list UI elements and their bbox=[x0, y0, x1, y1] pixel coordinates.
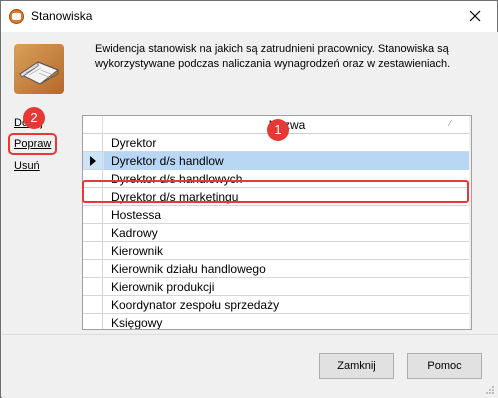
step-badge-2: 2 bbox=[23, 107, 45, 129]
table-row-selected[interactable]: Dyrektor d/s handlow bbox=[83, 152, 469, 170]
row-selector bbox=[83, 242, 103, 260]
selected-row-highlight-box bbox=[82, 180, 469, 203]
table-row[interactable]: Kierownik produkcji bbox=[83, 278, 469, 296]
table-row[interactable]: Hostessa bbox=[83, 206, 469, 224]
row-selector bbox=[83, 224, 103, 242]
table-row[interactable]: Księgowy bbox=[83, 314, 469, 330]
row-selector bbox=[83, 260, 103, 278]
window-title: Stanowiska bbox=[31, 9, 93, 23]
row-name: Księgowy bbox=[111, 316, 163, 330]
vertical-scrollbar[interactable]: ▲ ▼ bbox=[469, 116, 472, 329]
row-selector bbox=[83, 134, 103, 152]
dialog-content: Ewidencja stanowisk na jakich są zatrudn… bbox=[2, 32, 498, 334]
resize-grip-icon[interactable] bbox=[485, 385, 495, 395]
row-name: Dyrektor bbox=[111, 136, 157, 150]
sort-icon: ∕ bbox=[449, 118, 451, 128]
row-selector bbox=[83, 314, 103, 329]
table-row[interactable]: Kierownik działu handlowego bbox=[83, 260, 469, 278]
current-row-arrow-icon bbox=[90, 156, 96, 166]
edit-highlight-box bbox=[8, 133, 57, 155]
title-bar: Stanowiska bbox=[1, 1, 497, 32]
app-logo-icon bbox=[9, 9, 24, 24]
row-name: Kadrowy bbox=[111, 226, 158, 240]
grid-header-corner bbox=[83, 116, 103, 134]
dialog-footer: Zamknij Pomoc bbox=[2, 334, 498, 398]
row-name: Koordynator zespołu sprzedaży bbox=[111, 298, 280, 312]
row-name: Dyrektor d/s handlow bbox=[111, 154, 224, 168]
step-badge-1: 1 bbox=[267, 119, 289, 141]
row-name: Kierownik działu handlowego bbox=[111, 262, 266, 276]
close-icon bbox=[469, 10, 481, 22]
scroll-thumb[interactable] bbox=[471, 134, 472, 212]
delete-link[interactable]: Usuń bbox=[14, 160, 40, 172]
help-button[interactable]: Pomoc bbox=[407, 353, 482, 379]
row-name: Hostessa bbox=[111, 208, 162, 222]
close-button[interactable]: Zamknij bbox=[319, 353, 394, 379]
positions-grid[interactable]: Nazwa ∕ Dyrektor Dyrektor d/s handlow Dy… bbox=[82, 115, 472, 330]
book-icon bbox=[14, 44, 64, 94]
table-row[interactable]: Kierownik bbox=[83, 242, 469, 260]
row-selector bbox=[83, 206, 103, 224]
row-selector bbox=[83, 296, 103, 314]
table-row[interactable]: Koordynator zespołu sprzedaży bbox=[83, 296, 469, 314]
dialog-description: Ewidencja stanowisk na jakich są zatrudn… bbox=[95, 43, 451, 70]
row-name: Kierownik produkcji bbox=[111, 280, 215, 294]
row-selector bbox=[83, 152, 103, 170]
table-row[interactable]: Kadrowy bbox=[83, 224, 469, 242]
dialog-window: Stanowiska Ewidencja stanowisk na jakich… bbox=[0, 0, 498, 398]
close-window-button[interactable] bbox=[455, 3, 495, 29]
row-name: Kierownik bbox=[111, 244, 164, 258]
row-selector bbox=[83, 278, 103, 296]
